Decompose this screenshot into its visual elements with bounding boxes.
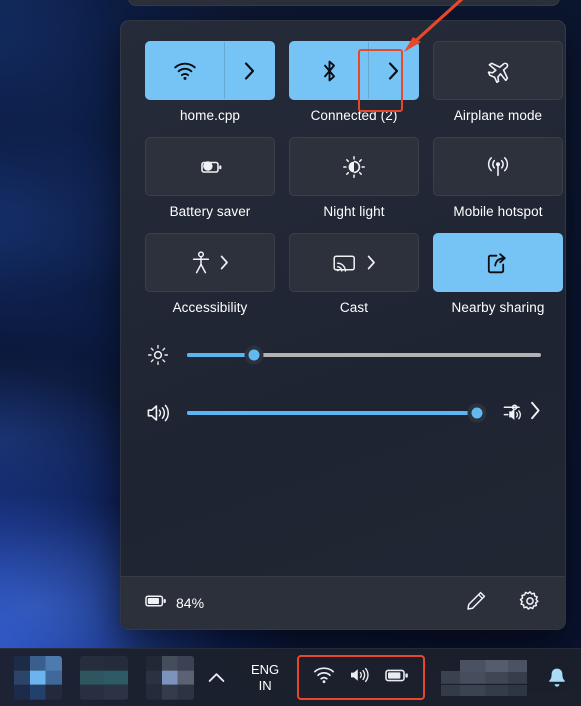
- language-indicator[interactable]: ENG IN: [239, 662, 291, 694]
- cast-tile-label: Cast: [339, 300, 369, 315]
- wifi-tile-label: home.cpp: [179, 108, 241, 123]
- tile-row: home.cpp Connected (2) Airplane mode: [145, 41, 563, 123]
- brightness-slider-row: [145, 341, 541, 369]
- chevron-right-icon[interactable]: [220, 255, 229, 270]
- taskbar-app-icon-2[interactable]: [80, 655, 128, 700]
- wifi-chevron-button[interactable]: [224, 42, 274, 99]
- bluetooth-icon: [321, 59, 338, 83]
- airplane-mode-tile-label: Airplane mode: [453, 108, 543, 123]
- volume-slider-row: [145, 399, 541, 427]
- brightness-slider-knob[interactable]: [244, 345, 264, 365]
- battery-icon: [145, 594, 167, 613]
- mobile-hotspot-tile[interactable]: [433, 137, 563, 196]
- system-tray-group[interactable]: [297, 655, 426, 700]
- bluetooth-tile[interactable]: [289, 41, 419, 100]
- wifi-tile[interactable]: [145, 41, 275, 100]
- chevron-right-icon[interactable]: [367, 255, 376, 270]
- airplane-icon: [485, 59, 511, 83]
- night-light-tile[interactable]: [289, 137, 419, 196]
- quick-settings-tile-grid: home.cpp Connected (2) Airplane mode Bat…: [121, 21, 565, 315]
- quick-settings-panel: home.cpp Connected (2) Airplane mode Bat…: [120, 20, 566, 630]
- battery-percent-label: 84%: [176, 595, 205, 611]
- taskbar-clock[interactable]: [441, 657, 528, 698]
- brightness-slider[interactable]: [187, 345, 541, 365]
- taskbar-app-icon-3[interactable]: [146, 655, 194, 700]
- tile-cell-cast: Cast: [289, 233, 419, 315]
- battery-saver-icon: [196, 157, 224, 177]
- taskbar-system-area: ENG IN: [194, 655, 581, 700]
- language-line-2: IN: [258, 677, 272, 693]
- nearby-sharing-tile[interactable]: [433, 233, 563, 292]
- tile-cell-nearby-sharing: Nearby sharing: [433, 233, 563, 315]
- taskbar-app-icons: [0, 655, 194, 700]
- chevron-right-icon: [244, 61, 255, 80]
- tile-cell-bluetooth: Connected (2): [289, 41, 419, 123]
- tray-wifi-icon[interactable]: [313, 666, 335, 689]
- night-light-icon: [342, 155, 366, 179]
- footer-actions: [466, 590, 541, 617]
- battery-saver-tile[interactable]: [145, 137, 275, 196]
- tray-battery-icon[interactable]: [385, 668, 409, 688]
- partial-panel-above: [128, 0, 560, 6]
- chevron-right-icon[interactable]: [530, 401, 541, 425]
- night-light-toggle-button[interactable]: [290, 138, 418, 195]
- taskbar: ENG IN: [0, 648, 581, 706]
- language-line-1: ENG: [251, 661, 280, 677]
- accessibility-toggle-button[interactable]: [146, 234, 274, 291]
- wifi-toggle-button[interactable]: [146, 42, 224, 99]
- chevron-right-icon: [388, 61, 399, 80]
- nearby-sharing-tile-label: Nearby sharing: [451, 300, 545, 315]
- tile-cell-airplane-mode: Airplane mode: [433, 41, 563, 123]
- volume-icon: [145, 402, 171, 424]
- wifi-icon: [173, 61, 197, 81]
- show-hidden-icons-button[interactable]: [194, 672, 239, 683]
- airplane-mode-toggle-button[interactable]: [434, 42, 562, 99]
- volume-slider-knob[interactable]: [467, 403, 487, 423]
- nearby-sharing-icon: [486, 251, 510, 275]
- cast-tile[interactable]: [289, 233, 419, 292]
- airplane-mode-tile[interactable]: [433, 41, 563, 100]
- night-light-tile-label: Night light: [323, 204, 385, 219]
- cast-icon: [332, 253, 358, 273]
- mobile-hotspot-tile-label: Mobile hotspot: [453, 204, 543, 219]
- sliders-section: [121, 315, 565, 427]
- tile-cell-battery-saver: Battery saver: [145, 137, 275, 219]
- bluetooth-toggle-button[interactable]: [290, 42, 368, 99]
- audio-output-selector-icon: [502, 400, 526, 427]
- brightness-icon: [145, 344, 171, 366]
- tile-row: Accessibility Cast Nearby sharing: [145, 233, 563, 315]
- bluetooth-chevron-button[interactable]: [368, 42, 418, 99]
- mobile-hotspot-toggle-button[interactable]: [434, 138, 562, 195]
- nearby-sharing-toggle-button[interactable]: [434, 234, 562, 291]
- tile-cell-night-light: Night light: [289, 137, 419, 219]
- tile-row: Battery saver Night light Mobile hotspot: [145, 137, 563, 219]
- tile-cell-accessibility: Accessibility: [145, 233, 275, 315]
- tile-cell-wifi: home.cpp: [145, 41, 275, 123]
- tray-volume-icon[interactable]: [349, 666, 371, 689]
- gear-icon[interactable]: [519, 590, 541, 617]
- tile-cell-mobile-hotspot: Mobile hotspot: [433, 137, 563, 219]
- bell-icon[interactable]: [537, 667, 577, 689]
- accessibility-tile[interactable]: [145, 233, 275, 292]
- hotspot-icon: [484, 156, 512, 178]
- quick-settings-footer: 84%: [121, 576, 565, 629]
- battery-saver-tile-label: Battery saver: [169, 204, 251, 219]
- taskbar-app-icon-1[interactable]: [14, 655, 62, 700]
- battery-saver-toggle-button[interactable]: [146, 138, 274, 195]
- volume-slider[interactable]: [187, 403, 487, 423]
- pencil-icon[interactable]: [466, 590, 487, 616]
- volume-slider-fill: [187, 411, 478, 415]
- bluetooth-tile-label: Connected (2): [310, 108, 398, 123]
- audio-output-selector[interactable]: [502, 400, 541, 427]
- accessibility-tile-label: Accessibility: [172, 300, 248, 315]
- cast-toggle-button[interactable]: [290, 234, 418, 291]
- accessibility-icon: [191, 250, 211, 275]
- battery-status[interactable]: 84%: [145, 594, 204, 613]
